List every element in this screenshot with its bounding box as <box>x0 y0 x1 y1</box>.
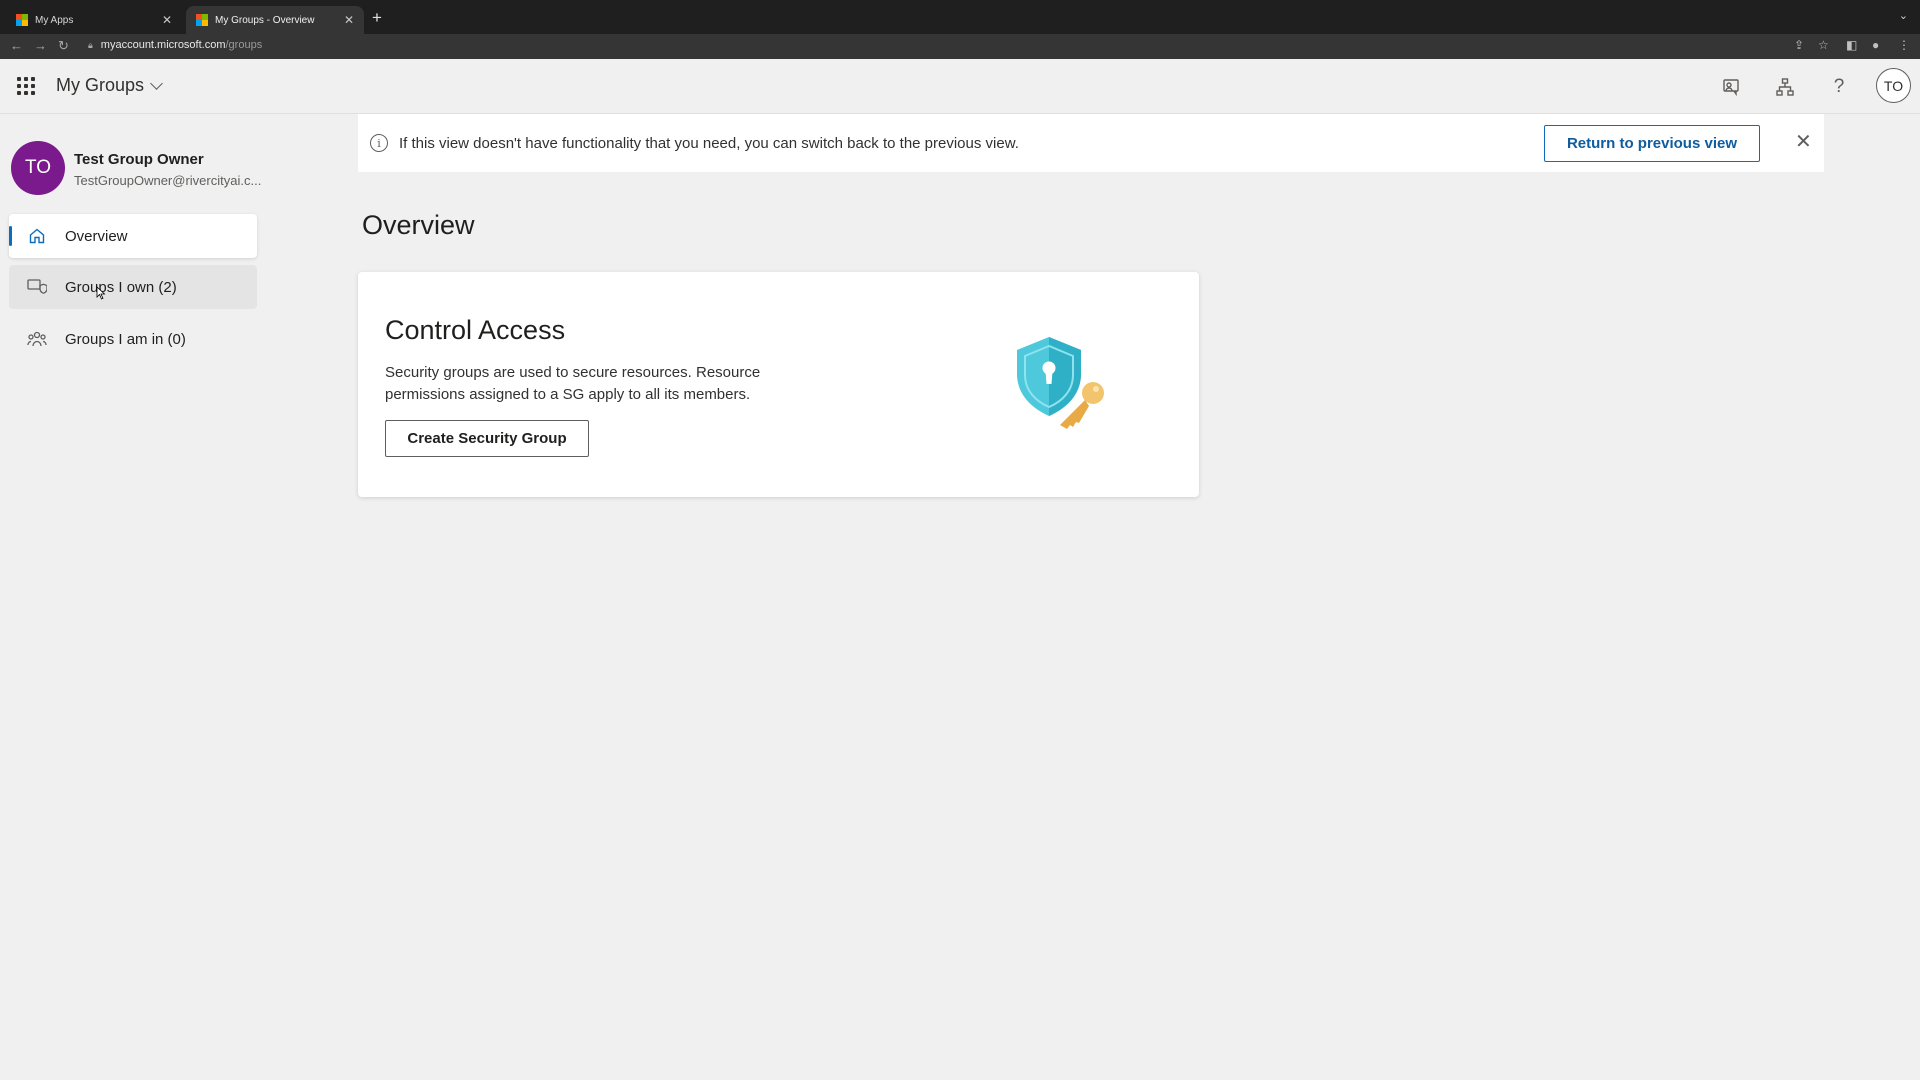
page-title: Overview <box>362 210 475 240</box>
profile-icon[interactable]: ● <box>1872 38 1879 52</box>
card-title: Control Access <box>385 315 566 345</box>
mouse-cursor-icon <box>96 286 106 305</box>
sidebar-item-overview[interactable]: Overview <box>9 214 257 258</box>
app-launcher-icon[interactable] <box>17 77 35 95</box>
control-access-card: Control Access Security groups are used … <box>358 272 1199 497</box>
microsoft-logo-icon <box>196 14 208 26</box>
shield-key-illustration-icon <box>1005 332 1115 437</box>
app-title-dropdown[interactable]: My Groups <box>56 75 163 96</box>
microsoft-logo-icon <box>16 14 28 26</box>
sidebar-item-label: Groups I am in (0) <box>65 330 186 348</box>
sidebar-item-label: Overview <box>65 227 128 245</box>
help-icon[interactable]: ? <box>1824 72 1854 102</box>
people-icon <box>27 330 47 348</box>
sidebar-item-label: Groups I own (2) <box>65 278 177 296</box>
tab-label: My Groups - Overview <box>215 14 315 26</box>
browser-menu-icon[interactable]: ⋮ <box>1898 38 1910 52</box>
profile-name: Test Group Owner <box>74 151 204 168</box>
shield-group-icon <box>27 278 47 296</box>
create-security-group-button[interactable]: Create Security Group <box>385 420 589 457</box>
card-description: Security groups are used to secure resou… <box>385 364 761 403</box>
profile-avatar: TO <box>11 141 65 195</box>
app-title: My Groups <box>56 75 145 95</box>
org-chart-icon[interactable] <box>1770 72 1800 102</box>
tab-close-icon[interactable]: ✕ <box>344 13 354 27</box>
feedback-icon[interactable] <box>1716 72 1746 102</box>
url-host: myaccount.microsoft.com <box>100 39 226 51</box>
profile-email: TestGroupOwner@rivercityai.c... <box>74 173 262 188</box>
return-to-previous-view-button[interactable]: Return to previous view <box>1544 125 1760 162</box>
header-avatar[interactable]: TO <box>1876 68 1911 103</box>
tab-close-icon[interactable]: ✕ <box>162 13 172 27</box>
sidebar-item-groups-i-am-in[interactable]: Groups I am in (0) <box>9 317 257 361</box>
lock-icon: 🔒︎ <box>88 40 93 50</box>
tab-search-icon[interactable]: ⌄ <box>1899 9 1908 22</box>
back-icon[interactable]: ← <box>10 38 23 53</box>
browser-tab-my-apps[interactable]: My Apps ✕ <box>6 6 182 34</box>
browser-address-bar: ← → ↻ 🔒︎ myaccount.microsoft.com/groups ⇪… <box>0 34 1920 59</box>
bookmark-star-icon[interactable]: ☆ <box>1818 38 1829 52</box>
new-tab-icon[interactable]: + <box>372 8 382 28</box>
url-field[interactable]: 🔒︎ myaccount.microsoft.com/groups <box>88 39 262 51</box>
info-banner: i If this view doesn't have functionalit… <box>358 114 1824 172</box>
side-panel-icon[interactable]: ◧ <box>1846 38 1857 52</box>
info-icon: i <box>370 134 388 152</box>
sidebar-item-groups-i-own[interactable]: Groups I own (2) <box>9 265 257 309</box>
banner-message: If this view doesn't have functionality … <box>399 134 1019 152</box>
browser-tab-bar: My Apps ✕ My Groups - Overview ✕ + ⌄ <box>0 0 1920 34</box>
reload-icon[interactable]: ↻ <box>58 38 69 54</box>
home-icon <box>27 227 47 245</box>
tab-label: My Apps <box>35 14 74 26</box>
url-path: /groups <box>225 39 263 51</box>
forward-icon[interactable]: → <box>34 38 47 53</box>
share-icon[interactable]: ⇪ <box>1794 38 1804 52</box>
close-icon[interactable]: ✕ <box>1795 129 1812 154</box>
app-header: My Groups ? TO <box>0 59 1920 114</box>
browser-tab-my-groups[interactable]: My Groups - Overview ✕ <box>186 6 364 34</box>
chevron-down-icon <box>150 77 163 90</box>
